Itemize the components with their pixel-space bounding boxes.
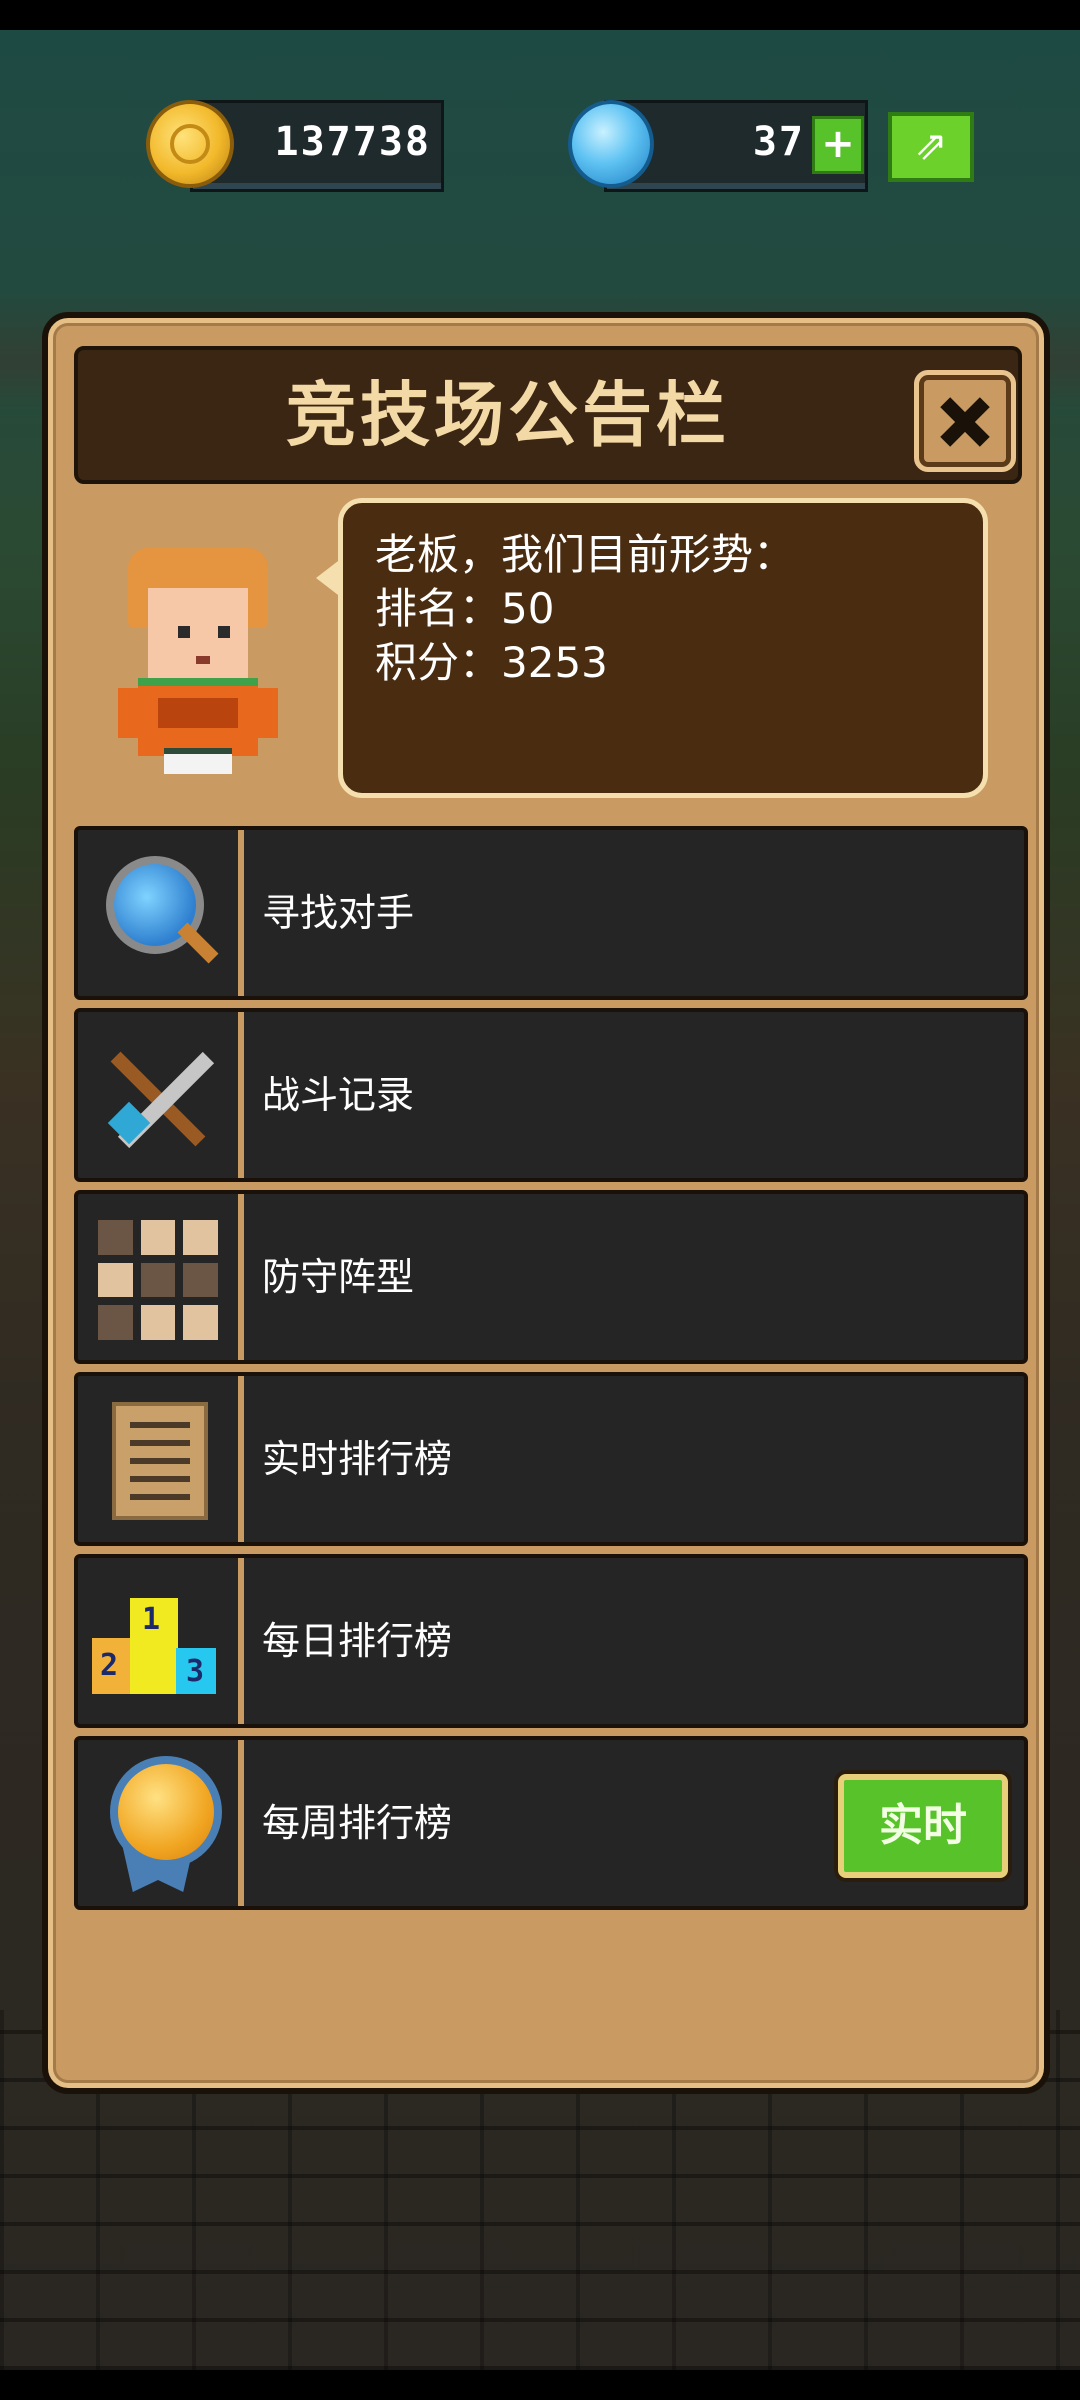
- share-button[interactable]: ⇗: [888, 112, 974, 182]
- magnifier-icon: [78, 830, 244, 996]
- speech-bubble: 老板，我们目前形势： 排名：50 积分：3253: [338, 498, 988, 798]
- menu-item-defense-formation[interactable]: 防守阵型: [74, 1190, 1028, 1364]
- menu-item-live-ranking[interactable]: 实时排行榜: [74, 1372, 1028, 1546]
- menu-item-label: 战斗记录: [262, 1073, 415, 1117]
- realtime-button[interactable]: 实时: [838, 1774, 1008, 1878]
- menu-item-find-opponent[interactable]: 寻找对手: [74, 826, 1028, 1000]
- menu-item-label: 防守阵型: [262, 1255, 415, 1299]
- menu-item-label: 实时排行榜: [262, 1437, 453, 1481]
- podium-icon: 2 1 3: [78, 1558, 244, 1724]
- gem-amount: 37: [752, 119, 805, 165]
- medal-icon: [78, 1740, 244, 1906]
- add-gems-button[interactable]: +: [812, 116, 864, 174]
- panel-header: 竞技场公告栏: [74, 346, 1022, 484]
- status-bar: [0, 0, 1080, 30]
- gem-icon: [568, 100, 654, 188]
- menu-item-battle-log[interactable]: 战斗记录: [74, 1008, 1028, 1182]
- menu-item-label: 每周排行榜: [262, 1801, 453, 1845]
- grid-formation-icon: [78, 1194, 244, 1360]
- menu-item-daily-ranking[interactable]: 2 1 3 每日排行榜: [74, 1554, 1028, 1728]
- menu-item-label: 寻找对手: [262, 891, 415, 935]
- coin-amount: 137738: [274, 119, 431, 165]
- bubble-intro: 老板，我们目前形势：: [375, 530, 796, 579]
- crossed-swords-icon: [78, 1012, 244, 1178]
- scroll-list-icon: [78, 1376, 244, 1542]
- arena-board-panel: 竞技场公告栏 老板，我们目前形势： 排名：50 积分：3253 寻找对手 战斗记…: [42, 312, 1050, 2094]
- navigation-bar: [0, 2370, 1080, 2400]
- panel-title: 竞技场公告栏: [286, 374, 730, 456]
- close-button[interactable]: [914, 370, 1016, 472]
- rank-text: 排名：50: [375, 584, 555, 633]
- score-text: 积分：3253: [375, 638, 608, 687]
- coin-icon: [146, 100, 234, 188]
- advisor-avatar: [118, 528, 278, 774]
- menu-item-label: 每日排行榜: [262, 1619, 453, 1663]
- menu-item-weekly-ranking[interactable]: 每周排行榜 实时: [74, 1736, 1028, 1910]
